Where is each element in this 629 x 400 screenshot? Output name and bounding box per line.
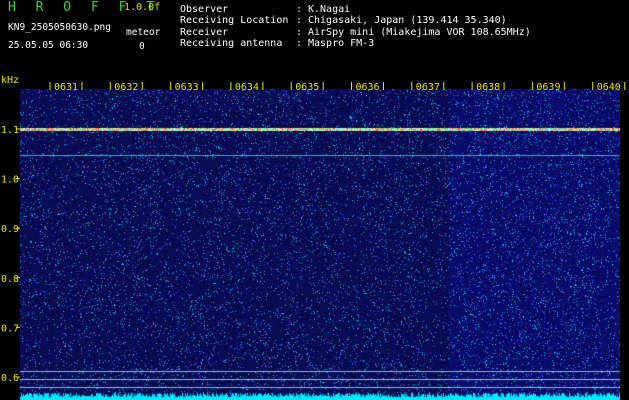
y-tick-label: 0.6 xyxy=(1,373,19,384)
y-tick-label: 0.9 xyxy=(1,224,19,235)
x-tick-label: 0635 xyxy=(295,82,319,93)
receiver-label: Receiver xyxy=(180,27,229,38)
x-tick-label: 0636 xyxy=(356,82,380,93)
observer-value: K.Nagai xyxy=(308,4,351,15)
file-name: KN9_2505050630.png xyxy=(8,22,111,33)
x-axis-ticks: 0631 0632 0633 0634 0635 0636 0637 0638 0639 0640 xyxy=(49,82,626,93)
location-colon: : xyxy=(296,15,303,26)
antenna-colon: : xyxy=(296,38,303,49)
antenna-label: Receiving antenna xyxy=(180,38,283,49)
y-tick-label: 0.7 xyxy=(1,323,19,334)
x-tick-label: 0639 xyxy=(536,82,560,93)
detect-count: 0 xyxy=(139,41,145,52)
header-panel: H R O F F T 1.0.0f KN9_2505050630.png 25… xyxy=(0,0,629,72)
location-value: Chigasaki, Japan (139.414 35.340) xyxy=(308,15,507,26)
x-tick-label: 0638 xyxy=(476,82,500,93)
x-tick-label: 0632 xyxy=(114,82,138,93)
date-time: 25.05.05 06:30 xyxy=(8,40,89,51)
y-tick-label: 1.1 xyxy=(1,125,19,136)
detect-label: meteor xyxy=(126,27,161,38)
app-version: 1.0.0f xyxy=(124,2,161,13)
receiver-value: AirSpy mini (Miakejima VOR 108.65MHz) xyxy=(308,27,531,38)
location-label: Receiving Location xyxy=(180,15,289,26)
x-tick-label: 0634 xyxy=(235,82,259,93)
y-axis-ticks: 1.1 1.0 0.9 0.8 0.7 0.6 xyxy=(1,125,20,384)
x-tick-label: 0631 xyxy=(54,82,78,93)
x-tick-label: 0633 xyxy=(175,82,199,93)
receiver-colon: : xyxy=(296,27,303,38)
y-tick-label: 0.8 xyxy=(1,274,19,285)
observer-colon: : xyxy=(296,4,303,15)
spectrogram-axes: kHz 0631 0632 0633 0634 0635 0636 0637 0638 0639… xyxy=(1,75,626,384)
y-tick-label: 1.0 xyxy=(1,175,19,186)
x-tick-label: 0640 xyxy=(597,82,621,93)
antenna-value: Maspro FM-3 xyxy=(308,38,375,49)
y-axis-unit: kHz xyxy=(1,75,19,86)
x-tick-label: 0637 xyxy=(416,82,440,93)
observer-label: Observer xyxy=(180,4,229,15)
